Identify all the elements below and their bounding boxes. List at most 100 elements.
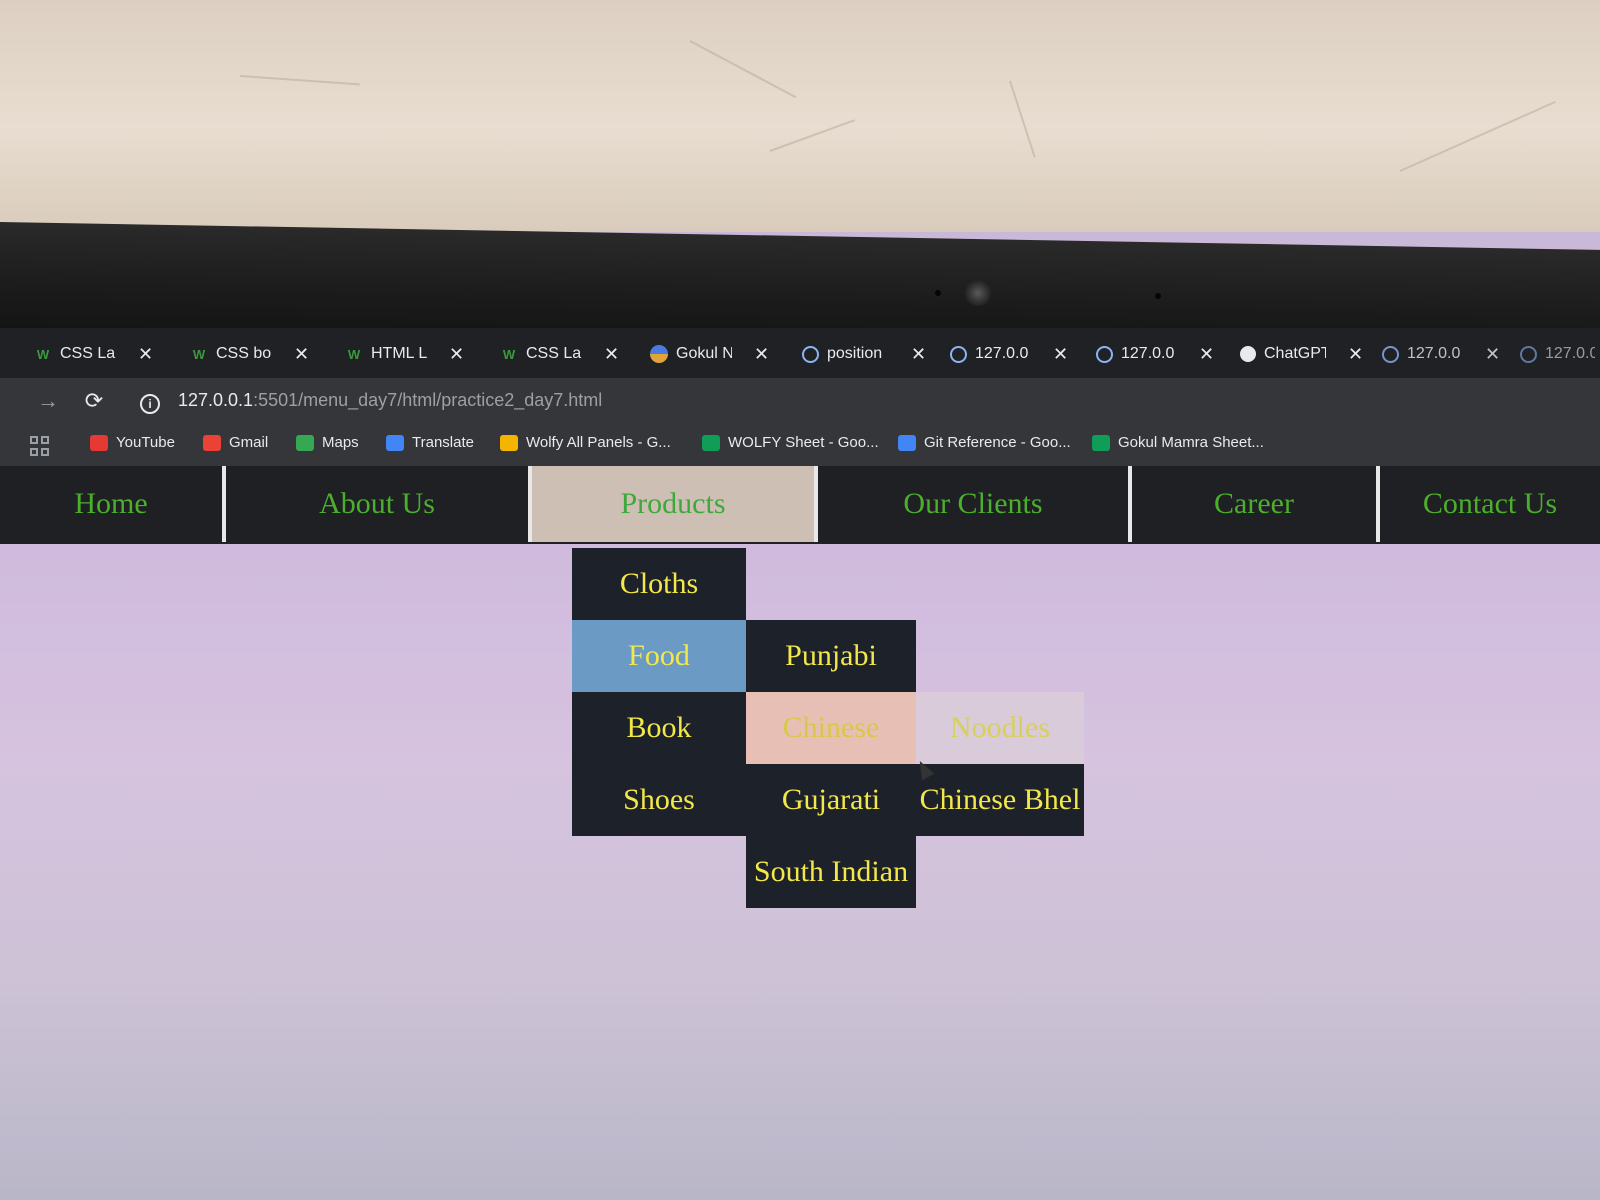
close-icon[interactable]: ✕ xyxy=(1199,344,1214,365)
submenu-item-gujarati[interactable]: Gujarati xyxy=(746,764,916,836)
close-icon[interactable]: ✕ xyxy=(1485,344,1500,365)
w-icon: W xyxy=(502,346,516,362)
bookmark-translate[interactable]: Translate xyxy=(386,434,474,451)
browser-tab[interactable]: Gokul N ✕ xyxy=(650,340,769,368)
browser-tab[interactable]: 127.0.0 ✕ xyxy=(1096,340,1214,368)
globe-icon xyxy=(1382,345,1399,363)
dropdown-item-food[interactable]: Food xyxy=(572,620,746,692)
close-icon[interactable]: ✕ xyxy=(449,344,464,365)
bookmark-label: Maps xyxy=(322,434,359,451)
submenu-item-south-indian[interactable]: South Indian xyxy=(746,836,916,908)
submenu-item-noodles[interactable]: Noodles xyxy=(916,692,1084,764)
wall-scratch xyxy=(769,119,855,152)
url-path: :5501/menu_day7/html/practice2_day7.html xyxy=(253,390,603,410)
wall-background xyxy=(0,0,1600,232)
bookmark-label: WOLFY Sheet - Goo... xyxy=(728,434,879,451)
bookmark-git-reference[interactable]: Git Reference - Goo... xyxy=(898,434,1071,451)
tab-title: ChatGPT xyxy=(1264,345,1326,362)
address-toolbar: → ⟳ i 127.0.0.1:5501/menu_day7/html/prac… xyxy=(0,378,1600,426)
close-icon[interactable]: ✕ xyxy=(754,344,769,365)
nav-home[interactable]: Home xyxy=(0,466,226,542)
bookmarks-bar: YouTube Gmail Maps Translate Wolfy All P… xyxy=(0,426,1600,467)
webcam-icon xyxy=(965,280,991,306)
browser-tab[interactable]: W CSS La ✕ xyxy=(500,340,619,368)
address-bar[interactable]: 127.0.0.1:5501/menu_day7/html/practice2_… xyxy=(178,390,602,411)
browser-tab[interactable]: 127.0.0 xyxy=(1520,340,1595,368)
w-icon: W xyxy=(347,346,361,362)
close-icon[interactable]: ✕ xyxy=(911,344,926,365)
dropdown-item-cloths[interactable]: Cloths xyxy=(572,548,746,620)
info-icon[interactable]: i xyxy=(140,394,160,414)
submenu-item-chinese[interactable]: Chinese xyxy=(746,692,916,764)
close-icon[interactable]: ✕ xyxy=(138,344,153,365)
dropdown-item-book[interactable]: Book xyxy=(572,692,746,764)
bookmark-label: Wolfy All Panels - G... xyxy=(526,434,671,451)
bookmark-youtube[interactable]: YouTube xyxy=(90,434,175,451)
bookmark-label: Translate xyxy=(412,434,474,451)
close-icon[interactable]: ✕ xyxy=(604,344,619,365)
nav-contact-us[interactable]: Contact Us xyxy=(1380,466,1600,542)
bookmark-gokul-sheet[interactable]: Gokul Mamra Sheet... xyxy=(1092,434,1264,451)
tab-title: position xyxy=(827,345,883,362)
browser-tab[interactable]: W CSS bo ✕ xyxy=(190,340,309,368)
nav-products[interactable]: Products xyxy=(532,466,818,542)
browser-tab[interactable]: 127.0.0 ✕ xyxy=(950,340,1068,368)
browser-tab[interactable]: W CSS La ✕ xyxy=(34,340,153,368)
globe-icon xyxy=(802,345,819,363)
browser-tab[interactable]: W HTML L ✕ xyxy=(345,340,464,368)
nav-our-clients[interactable]: Our Clients xyxy=(818,466,1132,542)
bookmark-maps[interactable]: Maps xyxy=(296,434,359,451)
w-icon: W xyxy=(192,346,206,362)
close-icon[interactable]: ✕ xyxy=(294,344,309,365)
tab-title: CSS La xyxy=(526,345,582,362)
nav-career[interactable]: Career xyxy=(1132,466,1380,542)
tab-title: 127.0.0 xyxy=(1121,345,1175,362)
apps-grid-icon[interactable] xyxy=(30,436,50,456)
browser-tab[interactable]: ChatGPT ✕ xyxy=(1240,340,1363,368)
wall-scratch xyxy=(1009,80,1036,158)
wall-scratch xyxy=(239,75,360,86)
gokul-icon xyxy=(650,345,668,363)
wall-scratch xyxy=(689,40,797,99)
close-icon[interactable]: ✕ xyxy=(1348,344,1363,365)
gmail-icon xyxy=(203,434,221,451)
tab-title: 127.0.0 xyxy=(1407,345,1461,362)
sensor-dot xyxy=(935,290,941,296)
browser-tab[interactable]: position ✕ xyxy=(802,340,926,368)
main-nav: Home About Us Products Our Clients Caree… xyxy=(0,466,1600,544)
maps-icon xyxy=(296,434,314,451)
translate-icon xyxy=(386,434,404,451)
url-host: 127.0.0.1 xyxy=(178,390,254,410)
submenu-item-chinese-bhel[interactable]: Chinese Bhel xyxy=(916,764,1084,836)
bookmark-gmail[interactable]: Gmail xyxy=(203,434,268,451)
close-icon[interactable]: ✕ xyxy=(1053,344,1068,365)
w-icon: W xyxy=(36,346,50,362)
browser-tab[interactable]: 127.0.0 ✕ xyxy=(1382,340,1500,368)
bookmark-label: YouTube xyxy=(116,434,175,451)
bookmark-wolfy-sheet[interactable]: WOLFY Sheet - Goo... xyxy=(702,434,879,451)
slides-icon xyxy=(500,434,518,451)
dropdown-item-shoes[interactable]: Shoes xyxy=(572,764,746,836)
bookmark-label: Gmail xyxy=(229,434,269,451)
globe-icon xyxy=(1096,345,1113,363)
tab-title: CSS bo xyxy=(216,345,272,362)
bookmark-label: Git Reference - Goo... xyxy=(924,434,1071,451)
tab-strip: W CSS La ✕ W CSS bo ✕ W HTML L ✕ W CSS L… xyxy=(0,328,1600,376)
sheets-icon xyxy=(702,434,720,451)
docs-icon xyxy=(898,434,916,451)
reload-icon[interactable]: ⟳ xyxy=(80,388,108,414)
tab-title: 127.0.0 xyxy=(975,345,1029,362)
youtube-icon xyxy=(90,434,108,451)
tab-title: Gokul N xyxy=(676,345,732,362)
submenu-item-punjabi[interactable]: Punjabi xyxy=(746,620,916,692)
sheets-icon xyxy=(1092,434,1110,451)
chatgpt-icon xyxy=(1240,346,1256,362)
web-page: Home About Us Products Our Clients Caree… xyxy=(0,466,1600,1200)
sensor-dot xyxy=(1155,293,1161,299)
forward-arrow-icon[interactable]: → xyxy=(34,388,62,414)
bookmark-wolfy-panels[interactable]: Wolfy All Panels - G... xyxy=(500,434,671,451)
laptop-screen: W CSS La ✕ W CSS bo ✕ W HTML L ✕ W CSS L… xyxy=(0,328,1600,1200)
tab-title: HTML L xyxy=(371,345,427,362)
nav-about-us[interactable]: About Us xyxy=(226,466,532,542)
globe-icon xyxy=(950,345,967,363)
